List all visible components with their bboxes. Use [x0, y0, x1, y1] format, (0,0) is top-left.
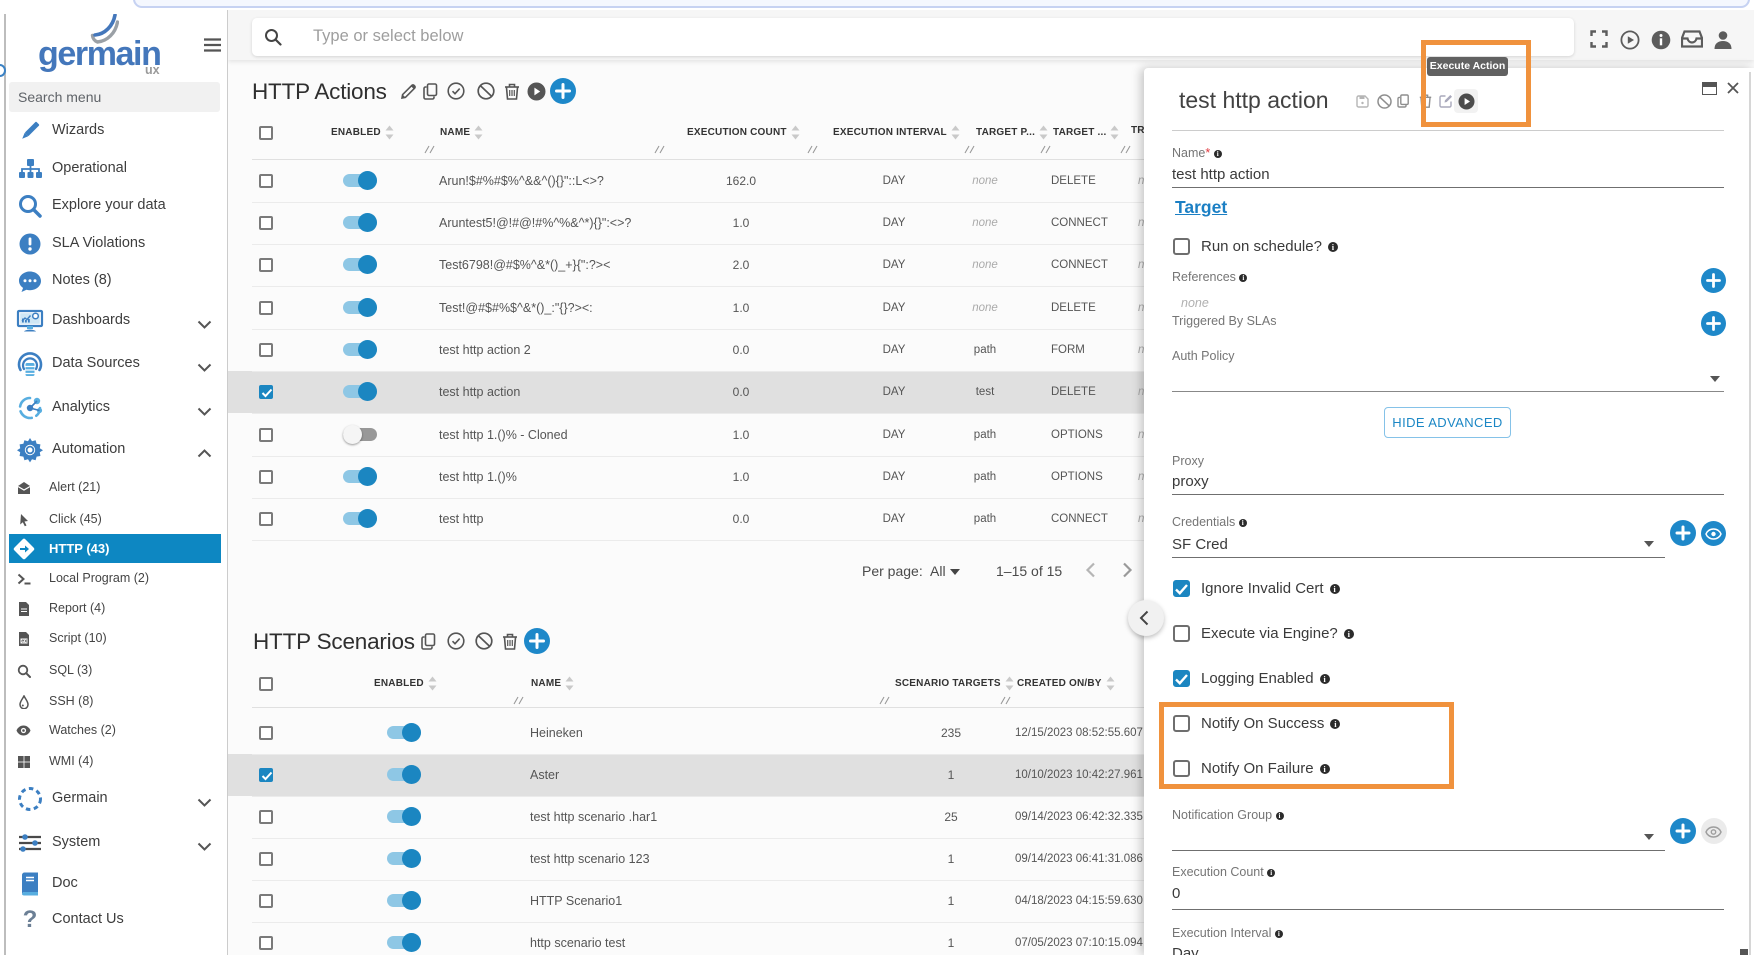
svg-text:ex: ex [21, 638, 28, 644]
